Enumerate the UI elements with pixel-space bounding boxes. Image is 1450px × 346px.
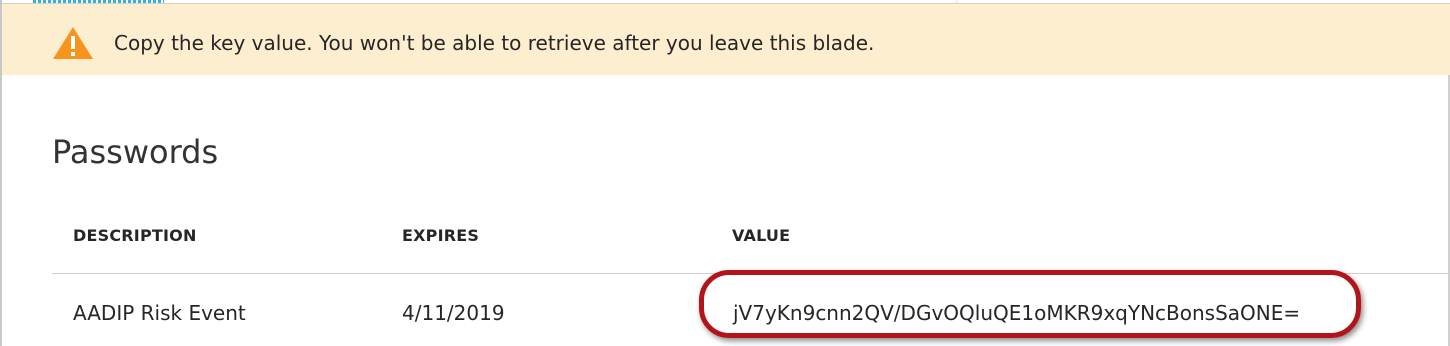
column-header-description: DESCRIPTION <box>73 226 197 245</box>
password-description: AADIP Risk Event <box>73 301 246 325</box>
section-title: Passwords <box>52 133 219 171</box>
annotation-highlight-oval <box>699 270 1361 338</box>
warning-banner: Copy the key value. You won't be able to… <box>2 3 1450 75</box>
warning-icon <box>53 27 93 59</box>
column-header-expires: EXPIRES <box>402 226 480 245</box>
password-expires: 4/11/2019 <box>402 301 505 325</box>
app-registration-keys-page: Copy the key value. You won't be able to… <box>0 0 1450 346</box>
warning-message: Copy the key value. You won't be able to… <box>114 31 875 55</box>
column-header-value: VALUE <box>732 226 791 245</box>
